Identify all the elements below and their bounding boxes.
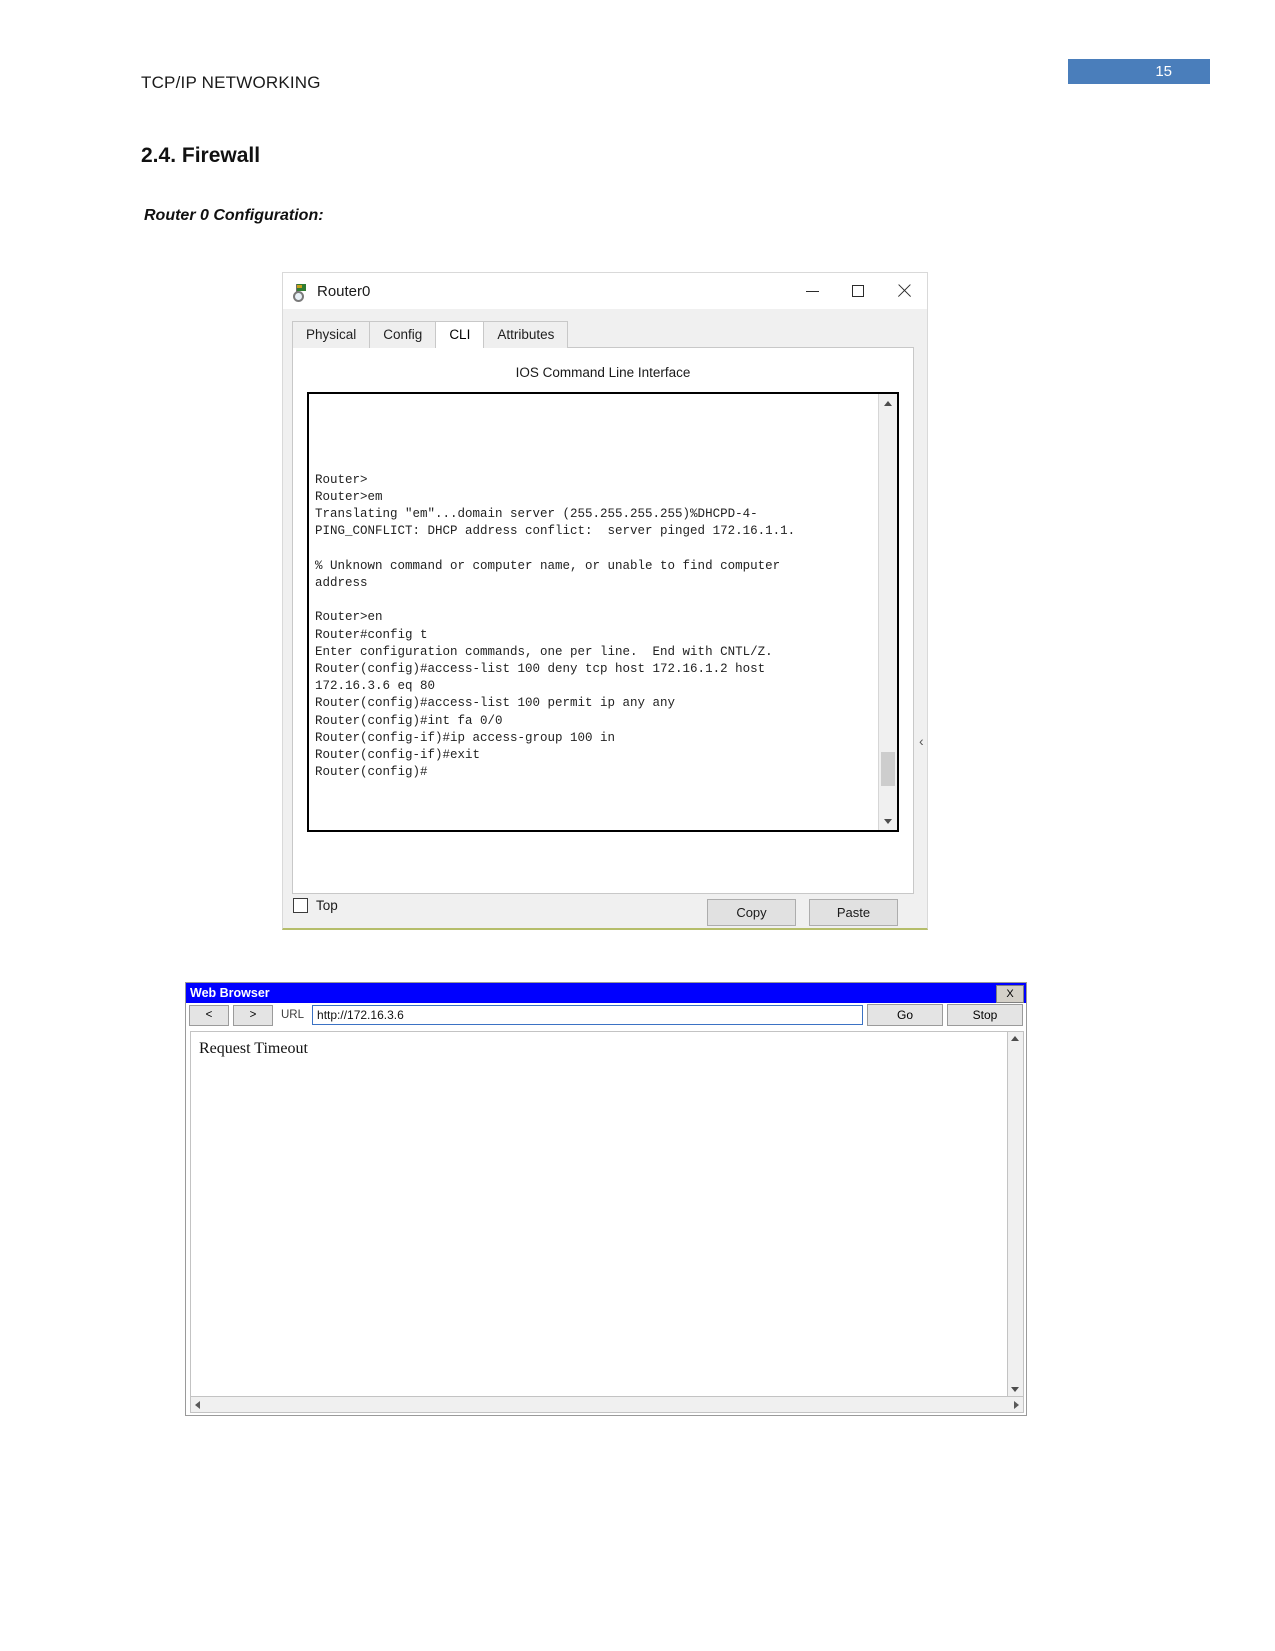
scroll-up-icon[interactable] bbox=[1008, 1032, 1021, 1045]
go-button[interactable]: Go bbox=[867, 1004, 943, 1026]
browser-close-button[interactable]: X bbox=[996, 985, 1024, 1003]
document-header-title: TCP/IP NETWORKING bbox=[141, 73, 321, 92]
page-number-badge: 15 bbox=[1068, 59, 1210, 84]
cli-terminal[interactable]: Router> Router>em Translating "em"...dom… bbox=[307, 392, 899, 832]
router-window-titlebar: Router0 bbox=[283, 273, 927, 309]
forward-button[interactable]: > bbox=[233, 1004, 273, 1026]
copy-button[interactable]: Copy bbox=[707, 899, 796, 926]
cli-terminal-output: Router> Router>em Translating "em"...dom… bbox=[315, 472, 796, 780]
cli-panel-title: IOS Command Line Interface bbox=[515, 365, 691, 380]
tab-physical[interactable]: Physical bbox=[292, 321, 371, 348]
page-title: 2.4. Firewall bbox=[141, 144, 261, 167]
browser-vertical-scrollbar[interactable] bbox=[1007, 1031, 1024, 1397]
router-window: Router0 Physical Config CLI Attributes I… bbox=[282, 272, 928, 930]
page-status-text: Request Timeout bbox=[199, 1040, 308, 1057]
cli-action-buttons: Copy Paste bbox=[707, 899, 898, 926]
url-label: URL bbox=[281, 1009, 305, 1021]
top-checkbox-label: Top bbox=[316, 898, 338, 913]
top-checkbox[interactable] bbox=[293, 898, 308, 913]
browser-page-content: Request Timeout bbox=[190, 1031, 1007, 1397]
back-button[interactable]: < bbox=[189, 1004, 229, 1026]
web-browser-window: Web Browser X < > URL http://172.16.3.6 … bbox=[185, 982, 1027, 1416]
window-controls bbox=[789, 273, 927, 309]
minimize-button[interactable] bbox=[789, 273, 835, 309]
scroll-down-icon[interactable] bbox=[879, 812, 897, 830]
scroll-right-icon[interactable] bbox=[1010, 1398, 1023, 1411]
top-checkbox-row[interactable]: Top bbox=[293, 898, 338, 913]
browser-titlebar: Web Browser X bbox=[186, 983, 1026, 1003]
router-tabs: Physical Config CLI Attributes bbox=[292, 321, 569, 348]
browser-horizontal-scrollbar[interactable] bbox=[190, 1396, 1024, 1413]
url-input[interactable]: http://172.16.3.6 bbox=[312, 1005, 863, 1025]
scroll-up-icon[interactable] bbox=[879, 394, 897, 412]
scroll-left-icon[interactable] bbox=[191, 1398, 204, 1411]
browser-body: Request Timeout bbox=[190, 1031, 1024, 1413]
tab-cli[interactable]: CLI bbox=[435, 321, 485, 348]
paste-button[interactable]: Paste bbox=[809, 899, 898, 926]
close-button[interactable] bbox=[881, 273, 927, 309]
browser-toolbar: < > URL http://172.16.3.6 Go Stop bbox=[186, 1003, 1026, 1027]
browser-content-row: Request Timeout bbox=[190, 1031, 1024, 1397]
scroll-down-icon[interactable] bbox=[1008, 1383, 1021, 1396]
terminal-scrollbar[interactable] bbox=[878, 394, 897, 830]
router-window-title: Router0 bbox=[317, 282, 371, 300]
collapse-chevron-icon[interactable]: ‹ bbox=[919, 733, 924, 749]
browser-title: Web Browser bbox=[190, 986, 270, 1000]
tab-config[interactable]: Config bbox=[369, 321, 437, 348]
tab-attributes[interactable]: Attributes bbox=[483, 321, 569, 348]
maximize-button[interactable] bbox=[835, 273, 881, 309]
scrollbar-thumb[interactable] bbox=[881, 752, 895, 786]
cli-panel: IOS Command Line Interface Router> Route… bbox=[292, 347, 914, 926]
router-flag-icon bbox=[292, 283, 309, 302]
stop-button[interactable]: Stop bbox=[947, 1004, 1023, 1026]
sub-heading: Router 0 Configuration: bbox=[144, 207, 324, 224]
